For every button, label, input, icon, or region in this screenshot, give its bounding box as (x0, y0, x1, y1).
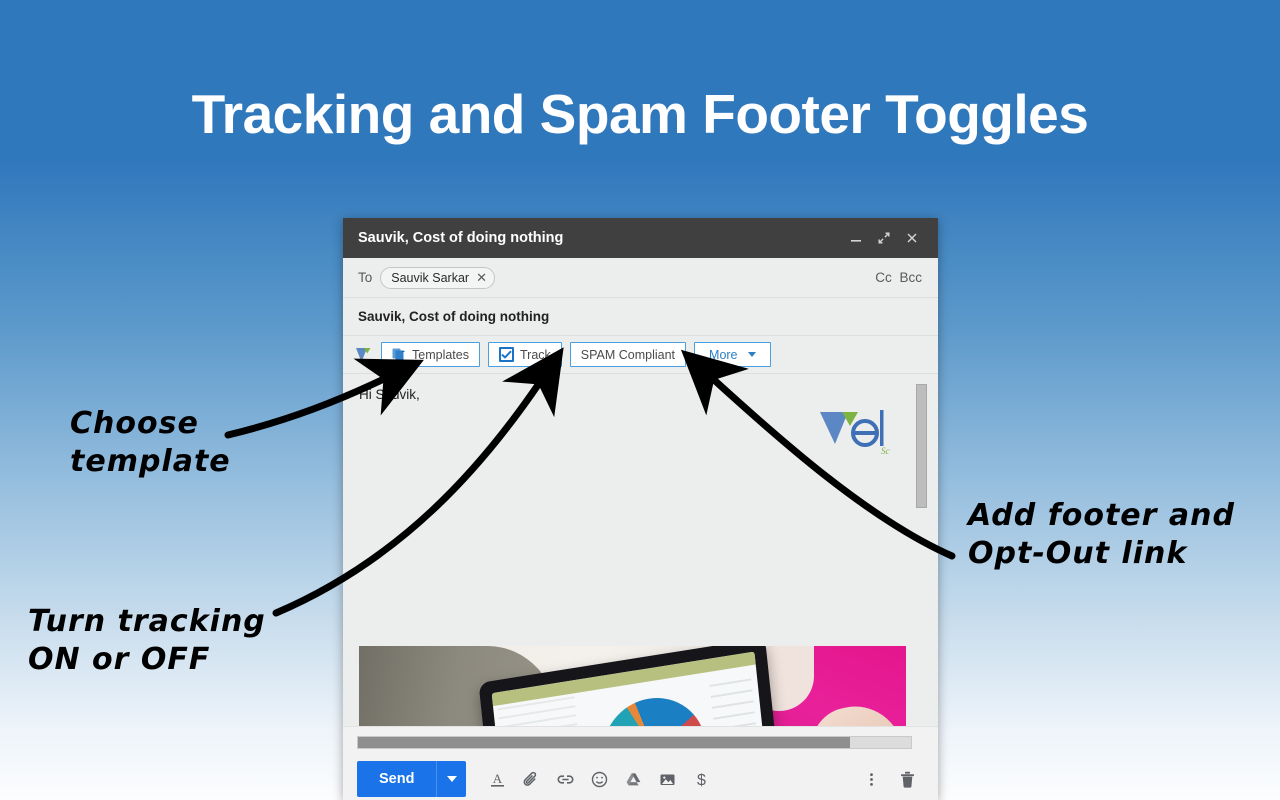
page-title: Tracking and Spam Footer Toggles (191, 83, 1089, 145)
plugin-toolbar: Templates Track SPAM Compliant More (343, 336, 938, 374)
spam-compliant-label: SPAM Compliant (580, 347, 676, 362)
trash-icon[interactable] (890, 762, 924, 796)
close-icon[interactable]: ✕ (476, 271, 487, 284)
scrollbar-thumb[interactable] (358, 737, 851, 748)
send-button-group: Send (357, 761, 467, 797)
compose-window-header: Sauvik, Cost of doing nothing (343, 218, 938, 258)
recipient-name: Sauvik Sarkar (391, 270, 470, 285)
recipients-row[interactable]: To Sauvik Sarkar ✕ Cc Bcc (343, 258, 938, 298)
compose-footer: Send A $ (343, 726, 938, 800)
insert-money-icon[interactable]: $ (684, 762, 718, 796)
hero-image (359, 646, 906, 726)
track-label: Track (519, 347, 551, 362)
templates-label: Templates (412, 347, 469, 362)
annotation-turn-tracking: Turn tracking ON or OFF (28, 604, 266, 677)
gmail-compose-window: Sauvik, Cost of doing nothing To Sauvik … (343, 218, 938, 800)
email-body[interactable]: Hi Sauvik, Sc (343, 374, 938, 726)
more-plugin-button[interactable]: More (694, 342, 771, 367)
subject-text: Sauvik, Cost of doing nothing (358, 309, 550, 324)
to-label: To (358, 270, 373, 285)
svg-text:Sc: Sc (881, 446, 890, 456)
formatting-options-icon[interactable]: A (480, 762, 514, 796)
compose-window-title: Sauvik, Cost of doing nothing (358, 230, 564, 246)
svg-text:A: A (493, 771, 503, 786)
annotation-choose-template: Choose template (70, 406, 231, 479)
send-options-button[interactable] (436, 761, 467, 797)
copy-pages-icon (392, 347, 406, 362)
svg-text:$: $ (697, 772, 706, 789)
more-vertical-icon[interactable] (854, 762, 888, 796)
more-label: More (709, 347, 738, 362)
insert-emoji-icon[interactable] (582, 762, 616, 796)
horizontal-scrollbar[interactable] (357, 736, 912, 749)
send-button[interactable]: Send (357, 761, 437, 797)
annotation-add-footer: Add footer and Opt-Out link (968, 498, 1235, 571)
vel-logo: Sc (818, 404, 896, 456)
track-toggle-button[interactable]: Track (487, 342, 562, 367)
insert-drive-icon[interactable] (616, 762, 650, 796)
send-label: Send (379, 771, 415, 787)
email-greeting: Hi Sauvik, (359, 387, 420, 402)
body-scrollbar[interactable] (916, 384, 927, 508)
spam-compliant-button[interactable]: SPAM Compliant (569, 342, 687, 367)
attach-file-icon[interactable] (514, 762, 548, 796)
insert-link-icon[interactable] (548, 762, 582, 796)
templates-button[interactable]: Templates (381, 342, 480, 367)
chevron-down-icon (747, 352, 756, 357)
track-checkbox[interactable] (498, 347, 514, 362)
compose-tools: A $ (480, 762, 718, 796)
vel-logo-icon (355, 345, 373, 365)
insert-photo-icon[interactable] (650, 762, 684, 796)
expand-icon[interactable] (870, 225, 898, 251)
recipient-chip[interactable]: Sauvik Sarkar ✕ (380, 266, 495, 289)
subject-field[interactable]: Sauvik, Cost of doing nothing (343, 298, 938, 336)
bcc-button[interactable]: Bcc (899, 270, 922, 285)
slide-canvas: Tracking and Spam Footer Toggles Sauvik,… (0, 0, 1280, 800)
cc-button[interactable]: Cc (875, 270, 892, 285)
chevron-down-icon (446, 776, 457, 782)
close-icon[interactable] (898, 225, 926, 251)
minimize-icon[interactable] (842, 225, 870, 251)
cc-bcc-group: Cc Bcc (871, 270, 922, 285)
